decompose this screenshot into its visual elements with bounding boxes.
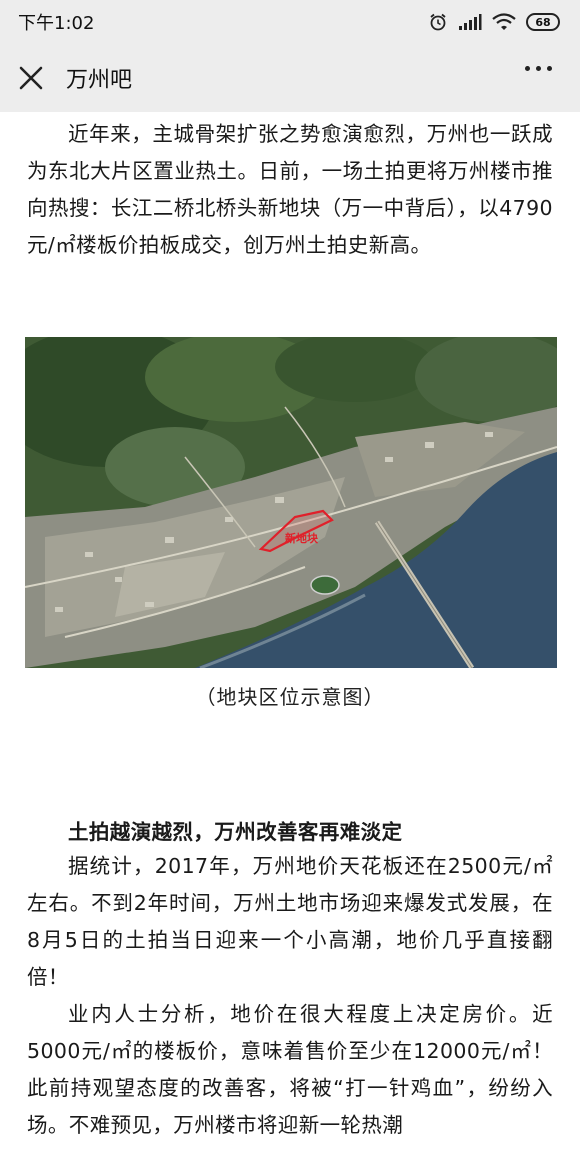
close-icon xyxy=(19,66,43,90)
status-time: 下午1:02 xyxy=(18,13,95,34)
more-button[interactable] xyxy=(525,66,552,71)
article-paragraph-analysis: 业内人士分析，地价在很大程度上决定房价。近5000元/㎡的楼板价，意味着售价至少… xyxy=(27,1002,553,1137)
status-bar: 下午1:02 68 xyxy=(0,0,580,44)
article-section-2: 据统计，2017年，万州地价天花板还在2500元/㎡左右。不到2年时间，万州土地… xyxy=(0,848,580,1144)
article-paragraph-stats: 据统计，2017年，万州地价天花板还在2500元/㎡左右。不到2年时间，万州土地… xyxy=(27,854,553,989)
section-heading: 土拍越演越烈，万州改善客再难淡定 xyxy=(68,820,403,844)
location-map-image[interactable]: 新地块 xyxy=(25,337,557,668)
article-paragraph-intro: 近年来，主城骨架扩张之势愈演愈烈，万州也一跃成为东北大片区置业热土。日前，一场土… xyxy=(27,122,553,257)
battery-icon: 68 xyxy=(526,13,560,31)
map-parcel-label: 新地块 xyxy=(285,531,319,545)
wifi-icon xyxy=(492,13,516,30)
nav-bar: 万州吧 xyxy=(0,44,580,112)
page-title: 万州吧 xyxy=(66,68,133,93)
close-button[interactable] xyxy=(18,65,44,91)
battery-level: 68 xyxy=(535,15,551,29)
alarm-icon xyxy=(430,13,446,31)
status-icons: 68 xyxy=(428,12,560,32)
article-body: 近年来，主城骨架扩张之势愈演愈烈，万州也一跃成为东北大片区置业热土。日前，一场土… xyxy=(0,112,580,264)
more-dot xyxy=(536,66,541,71)
image-caption: （地块区位示意图） xyxy=(195,685,385,709)
more-dot xyxy=(525,66,530,71)
more-dot xyxy=(547,66,552,71)
satellite-map: 新地块 xyxy=(25,337,557,668)
signal-icon xyxy=(459,14,482,30)
